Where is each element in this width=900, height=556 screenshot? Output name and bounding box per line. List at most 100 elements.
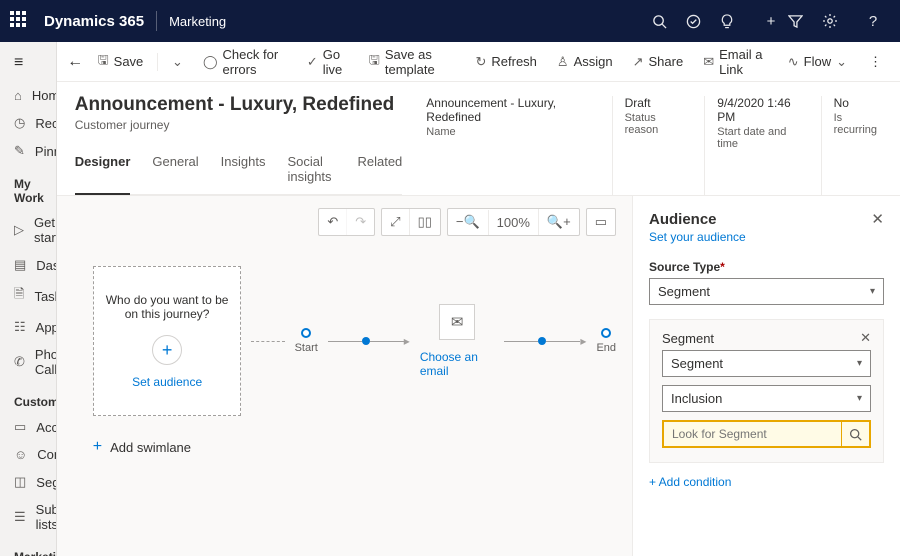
check-errors-button[interactable]: ◯ Check for errors xyxy=(195,43,295,81)
search-button[interactable] xyxy=(841,422,869,446)
settings-icon[interactable] xyxy=(822,13,856,29)
tab-social-insights[interactable]: Social insights xyxy=(287,146,335,194)
back-button[interactable]: ← xyxy=(65,53,86,71)
tab-designer[interactable]: Designer xyxy=(75,146,131,195)
assign-button[interactable]: ♙Assign xyxy=(549,50,621,74)
search-icon[interactable] xyxy=(652,14,686,29)
zoom-in-button[interactable]: 🔍+ xyxy=(538,209,579,235)
add-swimlane-button[interactable]: + Add swimlane xyxy=(93,438,616,456)
form-tabs: Designer General Insights Social insight… xyxy=(75,146,403,195)
zoom-out-button[interactable]: −🔍 xyxy=(448,209,488,235)
connector xyxy=(251,341,284,342)
email-link-button[interactable]: ✉Email a Link xyxy=(695,43,776,81)
fullscreen-button[interactable]: ⤢ xyxy=(382,209,408,235)
tab-insights[interactable]: Insights xyxy=(221,146,266,194)
nav-label: Tasks xyxy=(34,289,56,304)
inclusion-select[interactable]: Inclusion▾ xyxy=(662,385,871,412)
nav-getstarted[interactable]: ▷Get started xyxy=(0,209,56,251)
share-button[interactable]: ↗Share xyxy=(625,50,692,74)
check-icon: ◯ xyxy=(203,54,218,70)
go-live-button[interactable]: ✓Go live xyxy=(299,43,357,81)
header-name-label: Name xyxy=(426,126,591,138)
end-node[interactable] xyxy=(601,328,611,338)
nav-segments[interactable]: ◫Segments xyxy=(0,468,56,496)
connector-dot xyxy=(538,337,546,345)
source-type-select[interactable]: Segment▾ xyxy=(649,278,884,305)
segment-select[interactable]: Segment▾ xyxy=(662,350,871,377)
cmd-label: Check for errors xyxy=(223,47,287,77)
template-icon: 🖫 xyxy=(369,51,380,73)
assign-icon: ♙ xyxy=(557,54,569,70)
app-launcher[interactable] xyxy=(10,11,30,31)
filter-icon[interactable] xyxy=(788,14,822,29)
fit-button[interactable]: ▭ xyxy=(587,209,615,235)
tab-general[interactable]: General xyxy=(152,146,198,194)
close-panel-button[interactable]: ✕ xyxy=(871,210,884,228)
nav-label: Recent xyxy=(35,116,56,131)
nav-appointments[interactable]: ☷Appointments xyxy=(0,313,56,341)
set-audience-link[interactable]: Set audience xyxy=(132,375,202,389)
plus-icon: + xyxy=(93,438,102,456)
save-dropdown[interactable]: ⌄ xyxy=(164,50,191,74)
segment-search-input[interactable] xyxy=(664,422,841,446)
contacts-icon: ☺ xyxy=(14,447,27,462)
end-label: End xyxy=(596,342,616,354)
nav-accounts[interactable]: ▭Accounts xyxy=(0,413,56,441)
segment-group: Segment ✕ Segment▾ Inclusion▾ xyxy=(649,319,884,463)
nav-recent[interactable]: ◷Recent⌄ xyxy=(0,109,56,137)
chevron-down-icon: ▾ xyxy=(857,393,862,404)
add-audience-button[interactable]: + xyxy=(152,335,182,365)
panel-sub-link[interactable]: Set your audience xyxy=(649,230,884,244)
brand-label: Dynamics 365 xyxy=(44,13,144,30)
designer-canvas: ↶↷ ⤢▯▯ −🔍100%🔍+ ▭ Who do you want to be … xyxy=(57,196,632,556)
add-swimlane-label: Add swimlane xyxy=(110,440,191,455)
nav-label: Segments xyxy=(36,475,56,490)
assistant-icon[interactable] xyxy=(686,14,720,29)
flow-button[interactable]: ∿Flow⌄ xyxy=(780,50,855,74)
nav-pinned[interactable]: ✎Pinned⌄ xyxy=(0,137,56,165)
header-name-value: Announcement - Luxury, Redefined xyxy=(426,96,591,124)
properties-panel: Audience ✕ Set your audience Source Type… xyxy=(632,196,900,556)
add-condition-link[interactable]: + Add condition xyxy=(649,475,884,489)
segment-search[interactable] xyxy=(662,420,871,448)
nav-label: Phone Calls xyxy=(35,347,57,377)
save-button[interactable]: 🖫Save xyxy=(90,47,152,77)
nav-tasks[interactable]: 🗎Tasks xyxy=(0,279,56,313)
audience-tile[interactable]: Who do you want to be on this journey? +… xyxy=(93,266,242,416)
nav-dashboards[interactable]: ▤Dashboards xyxy=(0,251,56,279)
choose-email-link[interactable]: Choose an email xyxy=(420,350,495,378)
tab-related[interactable]: Related xyxy=(357,146,402,194)
save-as-template-button[interactable]: 🖫Save as template xyxy=(361,43,464,81)
play-icon: ▷ xyxy=(14,222,24,238)
collapse-nav-button[interactable]: ≡ xyxy=(0,48,56,82)
zoom-level: 100% xyxy=(488,210,538,235)
lightbulb-icon[interactable] xyxy=(720,14,754,29)
cmd-label: Go live xyxy=(323,47,349,77)
help-icon[interactable]: ? xyxy=(856,13,890,30)
nav-label: Dashboards xyxy=(36,258,56,273)
cmd-label: Email a Link xyxy=(719,47,768,77)
section-mywork: My Work xyxy=(0,165,56,209)
header-start-value: 9/4/2020 1:46 PM xyxy=(717,96,800,124)
header-recurring-value: No xyxy=(834,96,882,110)
nav-contacts[interactable]: ☺Contacts xyxy=(0,441,56,468)
panel-title: Audience xyxy=(649,211,717,228)
phone-icon: ✆ xyxy=(14,354,25,370)
nav-phonecalls[interactable]: ✆ Phone Calls xyxy=(0,341,56,383)
cmd-label: Flow xyxy=(804,54,831,69)
sidebar: ≡ ⌂Home ◷Recent⌄ ✎Pinned⌄ My Work ▷Get s… xyxy=(0,42,57,556)
segment-label: Segment xyxy=(662,331,714,346)
undo-button[interactable]: ↶ xyxy=(319,209,346,235)
connector-dot xyxy=(362,337,370,345)
minimap-button[interactable]: ▯▯ xyxy=(409,209,440,235)
refresh-button[interactable]: ↻Refresh xyxy=(467,50,544,74)
redo-button[interactable]: ↷ xyxy=(346,209,374,235)
email-node[interactable]: ✉ xyxy=(439,304,475,340)
nav-home[interactable]: ⌂Home xyxy=(0,82,56,109)
remove-segment-button[interactable]: ✕ xyxy=(860,330,871,346)
nav-label: Appointments xyxy=(36,320,57,335)
start-node[interactable] xyxy=(301,328,311,338)
overflow-button[interactable]: ⋮ xyxy=(859,50,892,74)
nav-sublists[interactable]: ☰Subscription lists xyxy=(0,496,56,538)
add-icon[interactable]: + xyxy=(754,14,788,29)
